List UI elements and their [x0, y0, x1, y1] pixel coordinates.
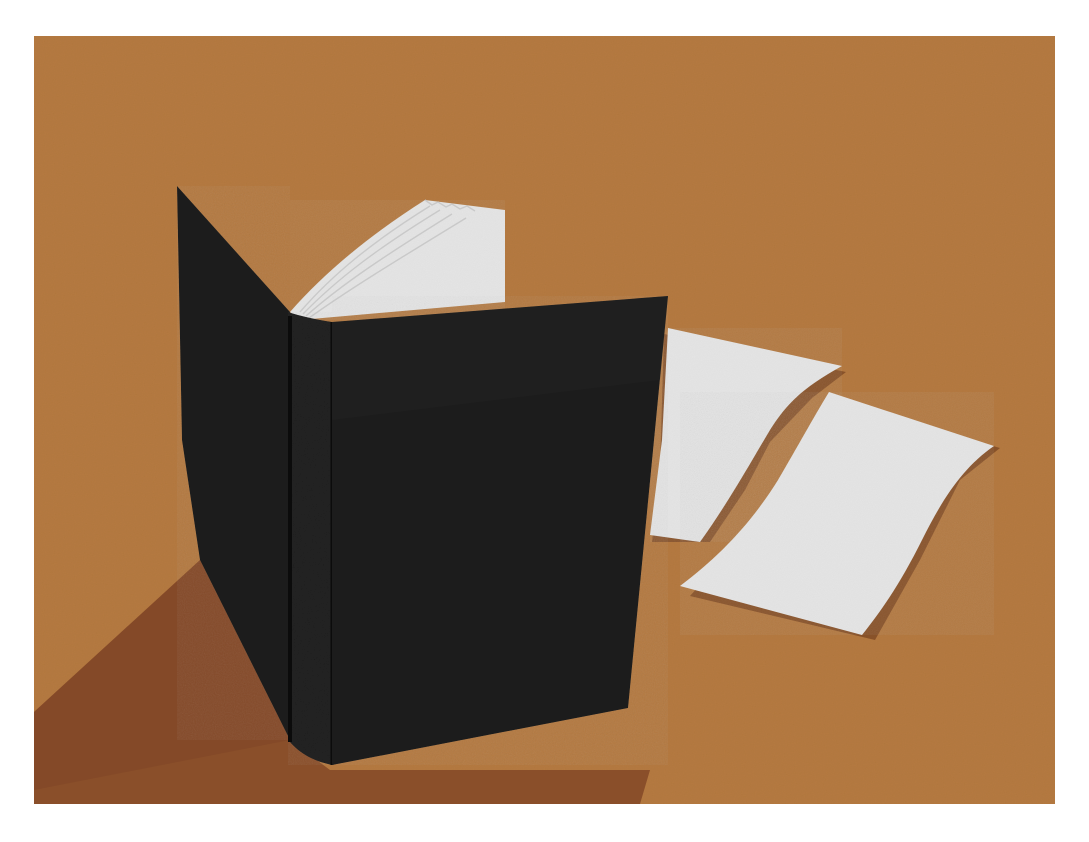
book-illustration — [34, 36, 1055, 804]
illustration-frame — [0, 0, 1089, 842]
book-spine — [288, 312, 332, 765]
